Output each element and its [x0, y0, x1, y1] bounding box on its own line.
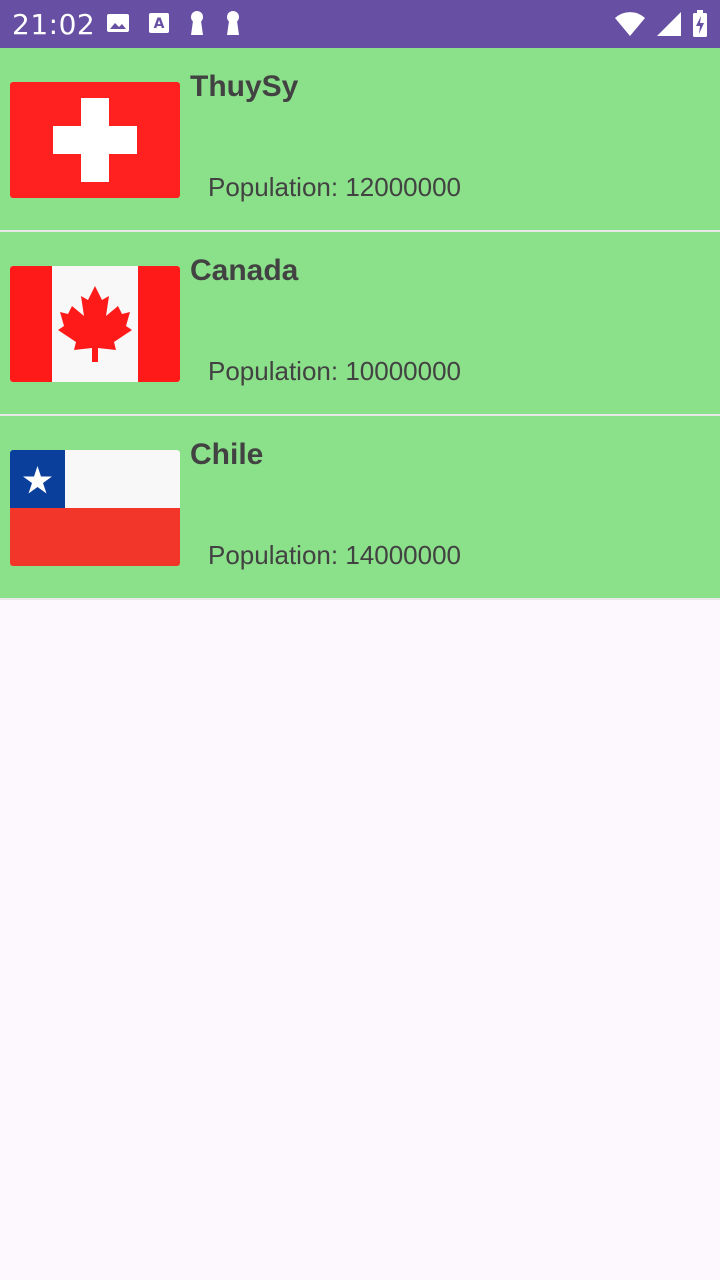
- switzerland-flag-icon: [10, 82, 180, 198]
- country-list: ThuySy Population: 12000000 Canada Popul…: [0, 48, 720, 600]
- list-item[interactable]: Canada Population: 10000000: [0, 232, 720, 416]
- text-a-icon: A: [148, 11, 170, 35]
- country-name: ThuySy: [190, 70, 299, 103]
- svg-text:A: A: [154, 16, 165, 32]
- keyhole-icon: [224, 10, 242, 36]
- population-text: Population: 10000000: [208, 356, 462, 386]
- list-item[interactable]: ThuySy Population: 12000000: [0, 48, 720, 232]
- status-bar: 21:02 A: [0, 0, 720, 48]
- keyhole-icon: [188, 10, 206, 36]
- battery-charging-icon: [692, 10, 708, 38]
- wifi-icon: [614, 11, 646, 37]
- list-item[interactable]: Chile Population: 14000000: [0, 416, 720, 600]
- country-name: Chile: [190, 438, 264, 471]
- status-time: 21:02: [12, 8, 96, 41]
- canada-flag-icon: [10, 266, 180, 382]
- signal-icon: [656, 11, 682, 37]
- chile-flag-icon: [10, 450, 180, 566]
- population-text: Population: 14000000: [208, 540, 462, 570]
- country-name: Canada: [190, 254, 299, 287]
- status-notification-icons: A: [106, 10, 242, 36]
- status-system-icons: [614, 10, 708, 38]
- population-text: Population: 12000000: [208, 172, 462, 202]
- image-icon: [106, 11, 130, 35]
